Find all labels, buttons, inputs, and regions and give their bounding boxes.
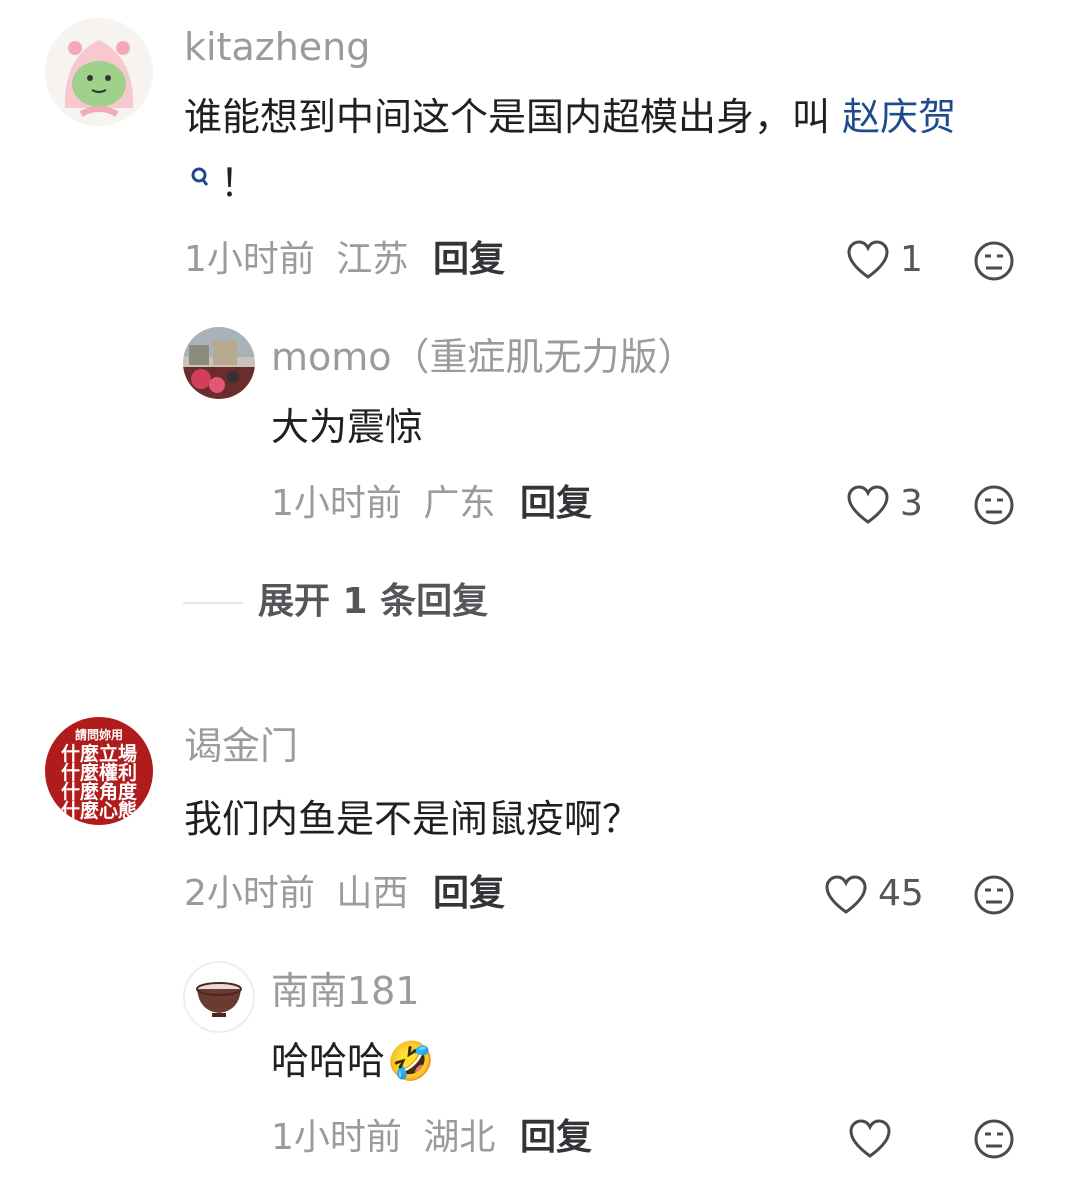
expand-replies-button[interactable]: 展开 1 条回复 xyxy=(258,584,488,620)
expand-divider xyxy=(183,602,243,604)
comment-meta: 2小时前 山西 xyxy=(184,876,408,912)
comment-text: 我们内鱼是不是闹鼠疫啊？ xyxy=(184,797,641,841)
search-link[interactable]: 赵庆贺 xyxy=(842,95,956,139)
username[interactable]: momo（重症肌无力版） xyxy=(271,338,696,376)
heart-outline-icon[interactable] xyxy=(824,874,868,916)
search-icon[interactable] xyxy=(190,166,210,188)
heart-outline-icon[interactable] xyxy=(846,239,890,281)
like-count: 3 xyxy=(900,483,923,524)
comment-text-main: 谁能想到中间这个是国内超模出身，叫 xyxy=(184,95,843,139)
reply-button[interactable]: 回复 xyxy=(433,876,505,912)
avatar[interactable] xyxy=(45,18,153,126)
reply-text: 大为震惊 xyxy=(271,405,424,449)
meh-face-icon[interactable] xyxy=(973,240,1015,282)
avatar-text: 請問妳用 xyxy=(74,728,123,742)
timestamp: 1小时前 xyxy=(271,483,402,524)
heart-outline-icon[interactable] xyxy=(848,1118,892,1160)
comment-text: 谁能想到中间这个是国内超模出身，叫 赵庆贺 xyxy=(184,98,956,136)
reply-button[interactable]: 回复 xyxy=(520,486,592,522)
meh-face-icon[interactable] xyxy=(973,484,1015,526)
timestamp: 2小时前 xyxy=(184,873,315,914)
comment-meta: 1小时前 江苏 xyxy=(184,242,408,278)
reply-text: 哈哈哈🤣 xyxy=(271,1039,435,1083)
location: 江苏 xyxy=(336,239,409,280)
location: 湖北 xyxy=(423,1117,496,1158)
meh-face-icon[interactable] xyxy=(973,874,1015,916)
username[interactable]: kitazheng xyxy=(184,28,370,66)
like-count: 1 xyxy=(900,239,923,280)
comment-list: kitazheng 谁能想到中间这个是国内超模出身，叫 赵庆贺 ！ 1小时前 江… xyxy=(0,0,1080,1188)
rolling-laughing-emoji: 🤣 xyxy=(387,1039,435,1083)
reply-button[interactable]: 回复 xyxy=(433,242,505,278)
avatar[interactable]: 請問妳用 什麼立場 什麼權利 什麼角度 什麼心態 xyxy=(45,717,153,825)
comment-text-line2: ！ xyxy=(190,164,258,202)
avatar[interactable] xyxy=(183,961,255,1033)
timestamp: 1小时前 xyxy=(271,1117,402,1158)
comment-meta: 1小时前 湖北 xyxy=(271,1120,495,1156)
location: 广东 xyxy=(423,483,496,524)
username[interactable]: 南南181 xyxy=(271,972,420,1010)
location: 山西 xyxy=(336,873,409,914)
like-count: 45 xyxy=(878,873,924,914)
comment-meta: 1小时前 广东 xyxy=(271,486,495,522)
heart-outline-icon[interactable] xyxy=(846,484,890,526)
reply-button[interactable]: 回复 xyxy=(520,1120,592,1156)
username[interactable]: 谒金门 xyxy=(184,727,298,765)
avatar[interactable] xyxy=(183,327,255,399)
timestamp: 1小时前 xyxy=(184,239,315,280)
avatar-text: 什麼心態 xyxy=(60,800,137,822)
meh-face-icon[interactable] xyxy=(973,1118,1015,1160)
